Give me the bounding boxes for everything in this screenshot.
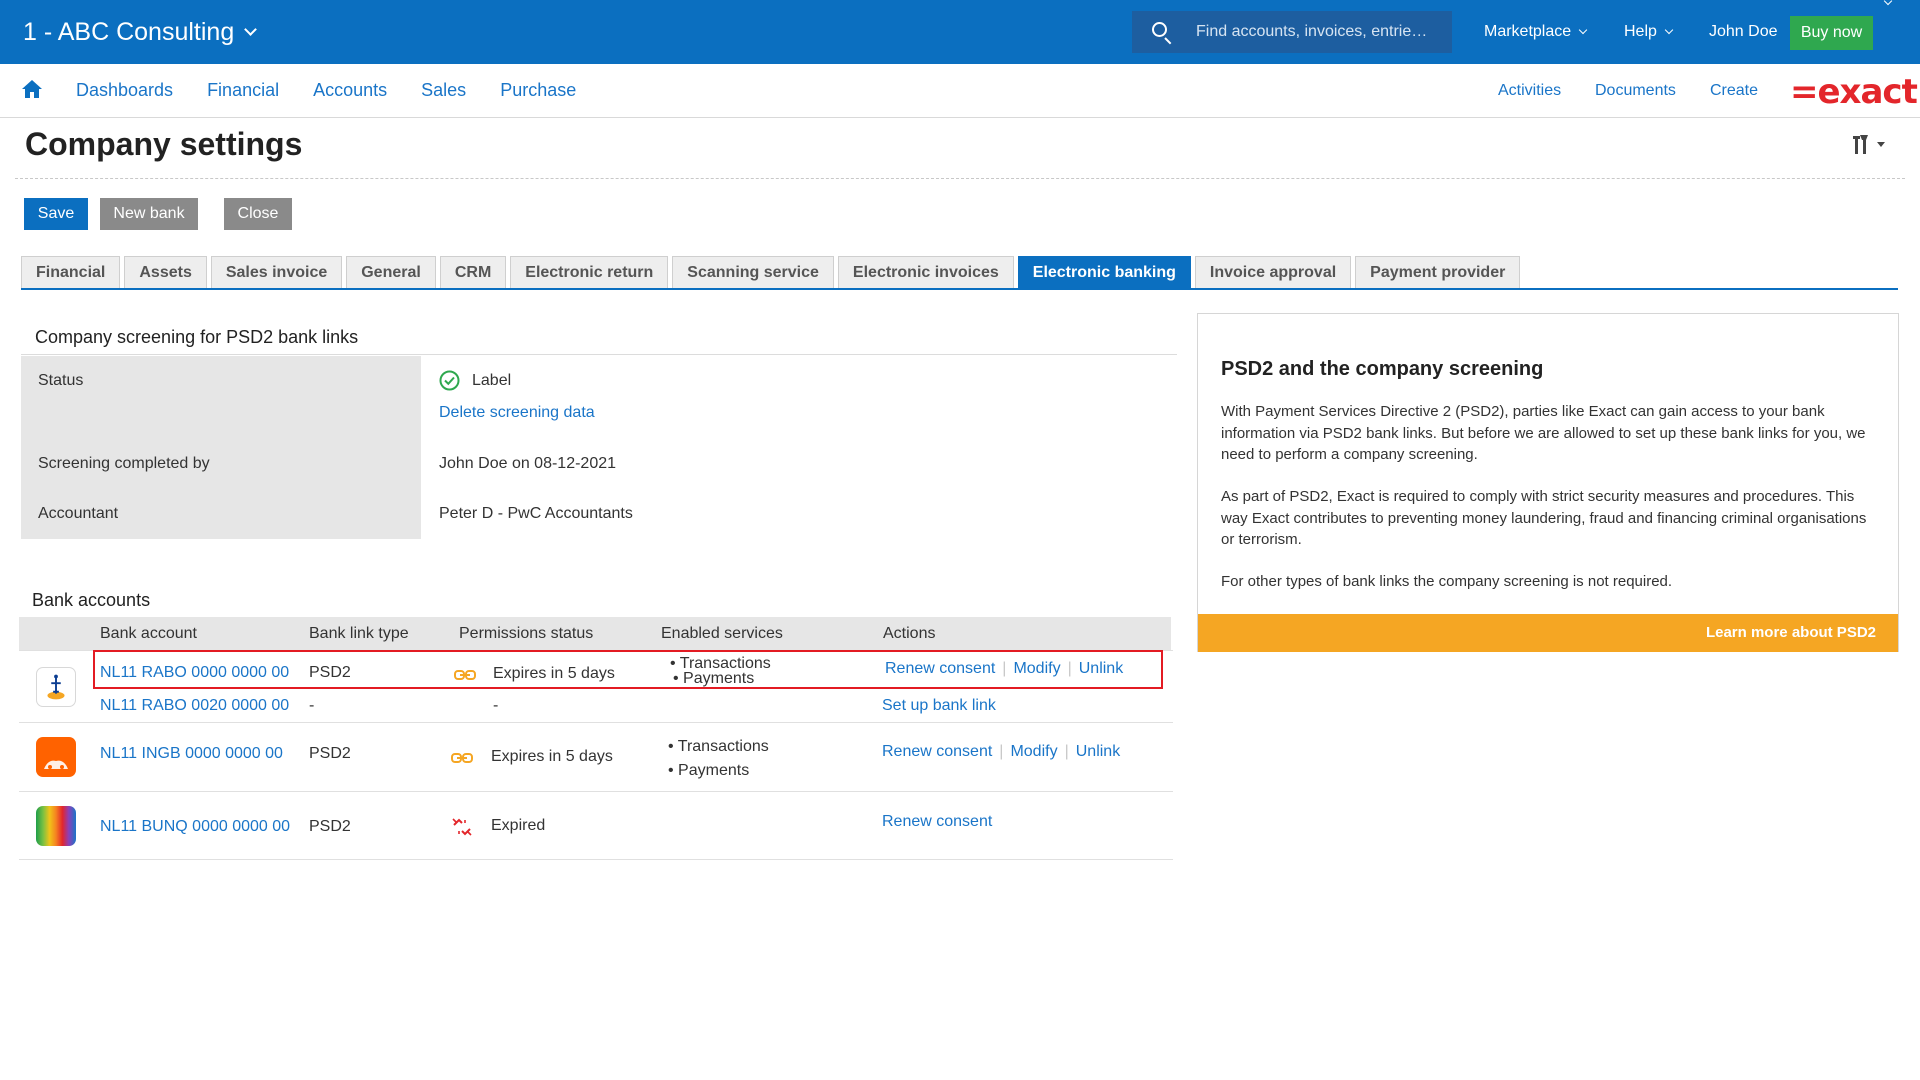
close-button[interactable]: Close: [224, 198, 292, 230]
tab-underline: [21, 288, 1898, 290]
user-menu[interactable]: John Doe: [1709, 23, 1778, 41]
learn-more-banner[interactable]: Learn more about PSD2: [1198, 614, 1898, 652]
settings-tabs: Financial Assets Sales invoice General C…: [21, 256, 1521, 289]
chevron-down-icon: [1578, 25, 1588, 35]
tab-electronic-banking[interactable]: Electronic banking: [1017, 256, 1191, 289]
bank-link-type: PSD2: [309, 745, 351, 762]
marketplace-menu[interactable]: Marketplace: [1484, 23, 1588, 41]
search-input[interactable]: Find accounts, invoices, entrie…: [1196, 23, 1427, 41]
chevron-down-icon[interactable]: [1883, 0, 1893, 6]
tab-scanning-service[interactable]: Scanning service: [672, 256, 834, 289]
broken-link-icon: [452, 818, 472, 836]
accountant-value: Peter D - PwC Accountants: [439, 505, 633, 522]
row-divider: [19, 859, 1173, 860]
col-actions: Actions: [883, 625, 936, 642]
info-paragraph: With Payment Services Directive 2 (PSD2)…: [1221, 403, 1866, 463]
nav-item-sales[interactable]: Sales: [421, 80, 466, 101]
nav-item-dashboards[interactable]: Dashboards: [76, 80, 173, 101]
nav-item-financial[interactable]: Financial: [207, 80, 279, 101]
chevron-down-icon: [244, 23, 258, 36]
help-label: Help: [1624, 23, 1657, 40]
user-name: John Doe: [1709, 23, 1778, 40]
row-highlight-box: [93, 650, 1163, 689]
bank-link-type: -: [309, 697, 315, 714]
nav-activities[interactable]: Activities: [1498, 82, 1561, 100]
bank-account-link[interactable]: NL11 INGB 0000 0000 00: [100, 745, 283, 763]
permission-status: Expires in 5 days: [491, 748, 613, 765]
row-divider: [19, 791, 1173, 792]
tab-invoice-approval[interactable]: Invoice approval: [1194, 256, 1352, 289]
tab-assets[interactable]: Assets: [124, 256, 207, 289]
accountant-label: Accountant: [38, 505, 119, 522]
set-up-bank-link[interactable]: Set up bank link: [882, 697, 996, 715]
tab-financial[interactable]: Financial: [21, 256, 121, 289]
nav-item-purchase[interactable]: Purchase: [500, 80, 576, 101]
tab-sales-invoice[interactable]: Sales invoice: [210, 256, 343, 289]
tab-payment-provider[interactable]: Payment provider: [1355, 256, 1521, 289]
rabobank-logo: [36, 667, 76, 707]
bank-table-header: Bank account Bank link type Permissions …: [19, 617, 1171, 650]
tab-crm[interactable]: CRM: [439, 256, 507, 289]
col-permissions-status: Permissions status: [459, 625, 594, 642]
title-divider: [15, 178, 1905, 179]
info-paragraph: For other types of bank links the compan…: [1221, 573, 1673, 590]
status-label: Status: [38, 372, 84, 389]
tab-general[interactable]: General: [346, 256, 436, 289]
row-divider: [19, 722, 1173, 723]
search-box[interactable]: Find accounts, invoices, entrie…: [1132, 11, 1452, 53]
bunq-logo: [36, 806, 76, 846]
bank-account-link[interactable]: NL11 BUNQ 0000 0000 00: [100, 818, 290, 836]
status-value: Label: [472, 372, 512, 389]
service-payments: • Payments: [668, 762, 750, 779]
bank-account-link[interactable]: NL11 RABO 0020 0000 00: [100, 697, 289, 715]
home-icon[interactable]: [21, 78, 43, 100]
info-title: PSD2 and the company screening: [1221, 358, 1544, 380]
permission-status: -: [493, 697, 499, 714]
link-icon: [451, 753, 473, 763]
nav-create[interactable]: Create: [1710, 82, 1758, 100]
unlink-link[interactable]: Unlink: [1076, 743, 1120, 760]
main-nav: Dashboards Financial Accounts Sales Purc…: [0, 64, 1920, 118]
nav-menu: Dashboards Financial Accounts Sales Purc…: [76, 80, 576, 101]
company-switcher[interactable]: 1 - ABC Consulting: [23, 18, 258, 47]
col-enabled-services: Enabled services: [661, 625, 783, 642]
save-button[interactable]: Save: [24, 198, 88, 230]
renew-consent-link[interactable]: Renew consent: [882, 813, 992, 831]
learn-more-link[interactable]: Learn more about PSD2: [1706, 624, 1876, 641]
page-title: Company settings: [25, 126, 303, 162]
service-transactions: • Transactions: [668, 738, 769, 755]
screening-divider: [21, 354, 1177, 355]
top-bar: 1 - ABC Consulting Find accounts, invoic…: [0, 0, 1920, 64]
new-bank-button[interactable]: New bank: [100, 198, 198, 230]
permission-status: Expired: [491, 817, 546, 834]
chevron-down-icon: [1664, 25, 1674, 35]
check-circle-icon: [439, 370, 460, 391]
row-actions: Renew consent | Modify | Unlink: [882, 743, 1121, 760]
modify-link[interactable]: Modify: [1010, 743, 1057, 760]
completed-by-label: Screening completed by: [38, 455, 210, 472]
delete-screening-link[interactable]: Delete screening data: [439, 404, 595, 422]
bank-accounts-title: Bank accounts: [32, 590, 151, 610]
company-name: 1 - ABC Consulting: [23, 18, 235, 46]
tab-electronic-return[interactable]: Electronic return: [510, 256, 669, 289]
renew-consent-link[interactable]: Renew consent: [882, 743, 992, 760]
tab-electronic-invoices[interactable]: Electronic invoices: [837, 256, 1014, 289]
completed-by-value: John Doe on 08-12-2021: [439, 455, 617, 472]
bank-link-type: PSD2: [309, 818, 351, 835]
buy-now-button[interactable]: Buy now: [1790, 16, 1873, 50]
nav-item-accounts[interactable]: Accounts: [313, 80, 387, 101]
col-bank-account: Bank account: [100, 625, 197, 642]
search-icon: [1150, 20, 1174, 45]
psd2-info-panel: PSD2 and the company screening With Paym…: [1197, 313, 1899, 652]
tools-menu-icon[interactable]: [1852, 132, 1892, 160]
screening-section-title: Company screening for PSD2 bank links: [35, 327, 359, 347]
nav-documents[interactable]: Documents: [1595, 82, 1676, 100]
ing-logo: [36, 737, 76, 777]
help-menu[interactable]: Help: [1624, 23, 1674, 41]
exact-logo: =exact: [1790, 72, 1918, 112]
marketplace-label: Marketplace: [1484, 23, 1572, 40]
col-bank-link-type: Bank link type: [309, 625, 409, 642]
info-paragraph: As part of PSD2, Exact is required to co…: [1221, 488, 1867, 548]
